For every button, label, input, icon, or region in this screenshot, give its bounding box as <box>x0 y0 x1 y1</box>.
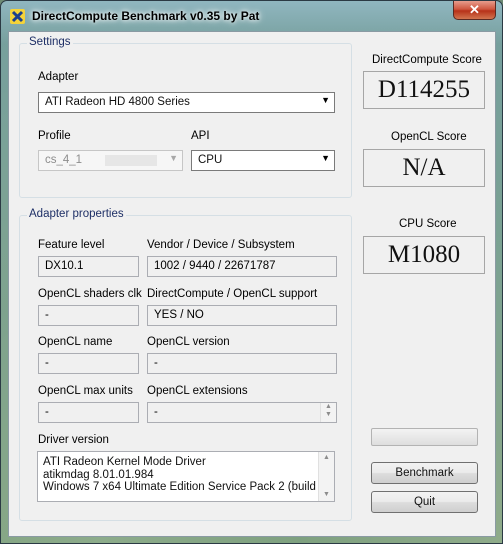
profile-label: Profile <box>38 130 71 142</box>
scroll-down-icon[interactable]: ▼ <box>321 411 336 419</box>
opencl-extensions-label: OpenCL extensions <box>147 385 248 397</box>
opencl-score-label: OpenCL Score <box>391 131 467 143</box>
driver-version-scrollbar[interactable]: ▲ ▼ <box>318 452 334 501</box>
client-area: Settings Adapter ATI Radeon HD 4800 Seri… <box>8 31 496 537</box>
cpu-score-value: M1080 <box>363 236 485 274</box>
quit-button[interactable]: Quit <box>371 491 478 513</box>
chevron-down-icon: ▼ <box>321 95 330 105</box>
close-button[interactable]: ✕ <box>453 1 496 20</box>
adapter-label: Adapter <box>38 71 79 83</box>
driver-line: atikmdag 8.01.01.984 <box>43 468 154 481</box>
benchmark-progress-bar <box>371 428 478 446</box>
cpu-score-label: CPU Score <box>399 218 457 230</box>
window-title: DirectCompute Benchmark v0.35 by Pat <box>32 9 260 23</box>
scroll-up-icon[interactable]: ▲ <box>319 454 334 462</box>
settings-group: Settings Adapter ATI Radeon HD 4800 Seri… <box>19 36 352 198</box>
adapter-properties-group-label: Adapter properties <box>27 208 126 220</box>
opencl-max-units-field: - <box>38 402 139 423</box>
app-window: DirectCompute Benchmark v0.35 by Pat ✕ S… <box>0 0 503 544</box>
opencl-shaders-clk-field: - <box>38 305 139 326</box>
opencl-max-units-label: OpenCL max units <box>38 385 133 397</box>
opencl-version-label: OpenCL version <box>147 336 230 348</box>
profile-select-value: cs_4_1 <box>45 154 83 166</box>
title-bar[interactable]: DirectCompute Benchmark v0.35 by Pat ✕ <box>1 1 502 31</box>
adapter-select[interactable]: ATI Radeon HD 4800 Series ▼ <box>38 92 335 113</box>
opencl-extensions-field[interactable]: - ▲ ▼ <box>147 402 337 423</box>
profile-select-highlight <box>105 155 157 166</box>
driver-line: Windows 7 x64 Ultimate Edition Service P… <box>43 481 335 493</box>
close-icon: ✕ <box>469 2 480 17</box>
scroll-down-icon[interactable]: ▼ <box>319 491 334 499</box>
adapter-select-value: ATI Radeon HD 4800 Series <box>45 96 190 108</box>
chevron-down-icon: ▼ <box>169 153 178 163</box>
api-select-value: CPU <box>198 154 223 166</box>
app-icon <box>10 9 25 24</box>
vendor-device-subsystem-field: 1002 / 9440 / 22671787 <box>147 256 337 277</box>
chevron-down-icon: ▼ <box>321 153 330 163</box>
opencl-shaders-clk-label: OpenCL shaders clk <box>38 288 142 300</box>
feature-level-field: DX10.1 <box>38 256 139 277</box>
api-label: API <box>191 130 210 142</box>
directcompute-score-value: D114255 <box>363 71 485 109</box>
directcompute-opencl-support-label: DirectCompute / OpenCL support <box>147 288 318 300</box>
directcompute-score-label: DirectCompute Score <box>372 54 482 66</box>
opencl-version-field: - <box>147 353 337 374</box>
directcompute-opencl-support-field: YES / NO <box>147 305 337 326</box>
benchmark-button[interactable]: Benchmark <box>371 462 478 484</box>
scroll-up-icon[interactable]: ▲ <box>321 403 336 411</box>
profile-select[interactable]: cs_4_1 ▼ <box>38 150 183 171</box>
opencl-score-value: N/A <box>363 149 485 187</box>
vendor-device-subsystem-label: Vendor / Device / Subsystem <box>147 239 295 251</box>
settings-group-label: Settings <box>27 36 73 48</box>
api-select[interactable]: CPU ▼ <box>191 150 335 171</box>
opencl-extensions-value: - <box>154 406 158 418</box>
feature-level-label: Feature level <box>38 239 105 251</box>
driver-line: ATI Radeon Kernel Mode Driver <box>43 456 206 468</box>
opencl-name-label: OpenCL name <box>38 336 113 348</box>
driver-version-textbox[interactable]: ATI Radeon Kernel Mode Driver atikmdag 8… <box>37 451 335 502</box>
opencl-name-field: - <box>38 353 139 374</box>
driver-version-label: Driver version <box>38 434 109 446</box>
opencl-extensions-scrollbar[interactable]: ▲ ▼ <box>320 403 336 422</box>
